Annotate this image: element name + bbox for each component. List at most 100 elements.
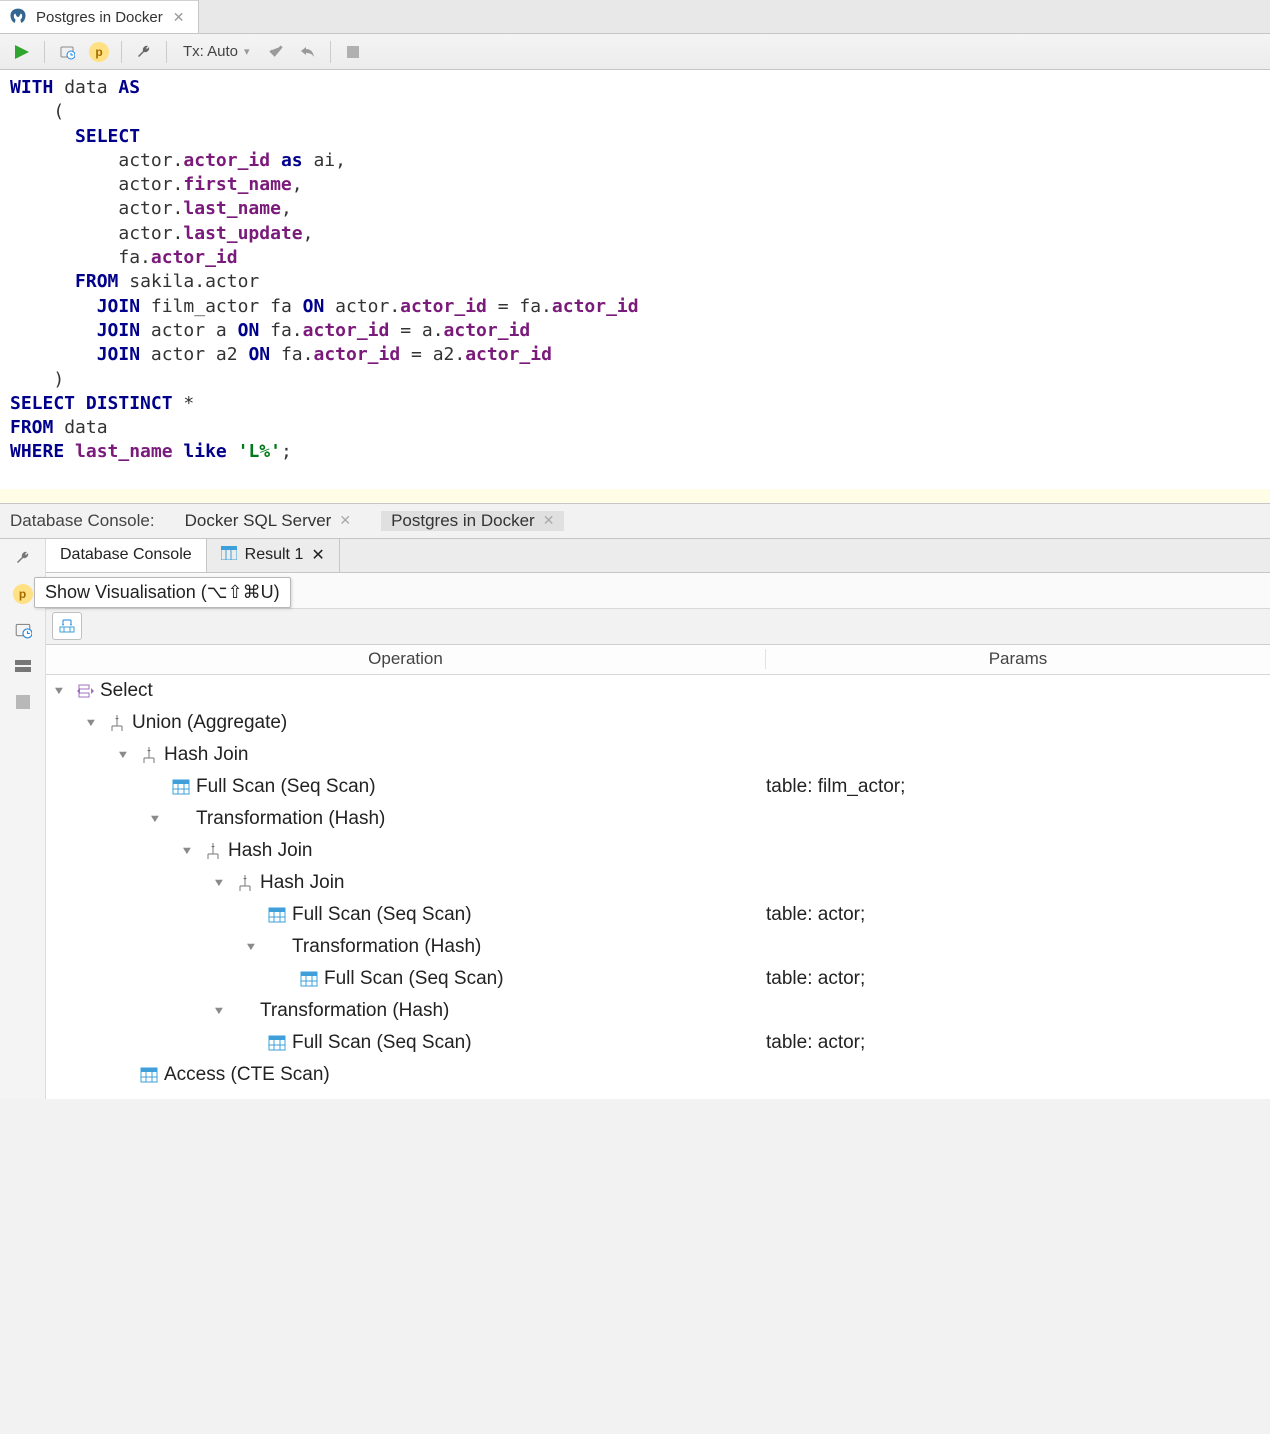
disclosure-triangle-icon[interactable]: ▼ [180,845,199,857]
plan-row-label: Transformation (Hash) [292,936,481,958]
show-visualisation-button[interactable] [52,612,82,640]
plan-row[interactable]: ▼ Hash Join [46,835,1270,867]
close-icon[interactable]: ✕ [543,512,555,529]
table-icon [221,546,237,565]
dbc-tab-postgres[interactable]: Postgres in Docker ✕ [381,511,564,531]
editor-tab-title: Postgres in Docker [36,9,163,26]
separator [330,41,331,63]
plan-row-label: Union (Aggregate) [132,712,287,734]
plan-row-label: Transformation (Hash) [196,808,385,830]
blank-icon [266,937,288,957]
blank-icon [234,1001,256,1021]
scan-icon [138,1065,160,1085]
layout-icon[interactable] [9,653,37,679]
run-button[interactable] [8,38,36,66]
chevron-down-icon: ▾ [244,45,250,58]
plan-row-params: table: film_actor; [766,776,1270,798]
history-button[interactable] [53,38,81,66]
pin-badge[interactable]: p [85,38,113,66]
history-icon[interactable] [9,617,37,643]
tx-mode-combo[interactable]: Tx: Auto ▾ [175,38,258,66]
separator [166,41,167,63]
sql-editor[interactable]: WITH data AS ( SELECT actor.actor_id as … [0,70,1270,489]
wrench-icon[interactable] [130,38,158,66]
separator [44,41,45,63]
plan-row-label: Full Scan (Seq Scan) [324,968,504,990]
plan-row-label: Hash Join [164,744,249,766]
join-icon [138,745,160,765]
separator [121,41,122,63]
disclosure-triangle-icon[interactable]: ▼ [244,941,263,953]
result-tab-label: Result 1 [245,546,304,564]
join-icon [106,713,128,733]
disclosure-triangle-icon[interactable]: ▼ [212,877,231,889]
plan-row[interactable]: ▼ Hash Join [46,739,1270,771]
plan-row[interactable]: ▼ Select [46,675,1270,707]
select-icon [74,681,96,701]
close-icon[interactable]: ✕ [339,512,351,529]
result-tab-bar: Database Console Result 1 ✕ [46,539,1270,573]
plan-row[interactable]: ▼ Union (Aggregate) [46,707,1270,739]
plan-tree[interactable]: ▼ Select▼ Union (Aggregate)▼ Hash Join F… [46,675,1270,1099]
plan-row[interactable]: Full Scan (Seq Scan) table: actor; [46,899,1270,931]
result-area: Database Console Result 1 ✕ Show Visuali… [46,539,1270,1099]
result-tab-result1[interactable]: Result 1 ✕ [207,539,340,572]
close-icon[interactable]: ✕ [171,9,187,26]
plan-row-params: table: actor; [766,904,1270,926]
plan-col-params: Params [766,649,1270,669]
result-tab-console[interactable]: Database Console [46,539,207,572]
plan-toolbar [46,609,1270,645]
plan-row[interactable]: Full Scan (Seq Scan) table: actor; [46,1027,1270,1059]
editor-toolbar: p Tx: Auto ▾ [0,34,1270,70]
plan-row[interactable]: ▼ Transformation (Hash) [46,995,1270,1027]
scan-icon [170,777,192,797]
plan-row-label: Full Scan (Seq Scan) [196,776,376,798]
blank-icon [170,809,192,829]
plan-row-params: table: actor; [766,1032,1270,1054]
wrench-icon[interactable] [9,545,37,571]
editor-tab-bar: Postgres in Docker ✕ [0,0,1270,34]
join-icon [202,841,224,861]
plan-row-label: Full Scan (Seq Scan) [292,904,472,926]
dbc-tab-label: Docker SQL Server [185,511,332,531]
plan-row[interactable]: ▼ Transformation (Hash) [46,931,1270,963]
disclosure-triangle-icon[interactable]: ▼ [116,749,135,761]
pin-badge[interactable]: p [9,581,37,607]
disclosure-triangle-icon[interactable]: ▼ [148,813,167,825]
disclosure-triangle-icon[interactable]: ▼ [212,1005,231,1017]
dbc-tab-label: Postgres in Docker [391,511,535,531]
plan-header: Operation Params [46,645,1270,675]
database-console-header: Database Console: Docker SQL Server ✕ Po… [0,503,1270,539]
plan-row-label: Transformation (Hash) [260,1000,449,1022]
plan-row-label: Hash Join [228,840,313,862]
plan-col-operation: Operation [46,649,766,669]
close-icon[interactable]: ✕ [311,545,324,565]
plan-row-params: table: actor; [766,968,1270,990]
layout2-icon[interactable] [9,689,37,715]
plan-row[interactable]: Access (CTE Scan) [46,1059,1270,1091]
plan-row-label: Hash Join [260,872,345,894]
history-strip: Show Visualisation (⌥⇧⌘U) [46,573,1270,609]
result-tab-label: Database Console [60,546,192,564]
result-gutter: p [0,539,46,1099]
rollback-button[interactable] [294,38,322,66]
plan-row[interactable]: Full Scan (Seq Scan) table: actor; [46,963,1270,995]
scan-icon [266,905,288,925]
plan-row[interactable]: ▼ Hash Join [46,867,1270,899]
plan-row-label: Full Scan (Seq Scan) [292,1032,472,1054]
dbc-label: Database Console: [10,511,155,531]
disclosure-triangle-icon[interactable]: ▼ [52,685,71,697]
editor-tab-postgres[interactable]: Postgres in Docker ✕ [0,0,199,33]
join-icon [234,873,256,893]
tx-mode-label: Tx: Auto [183,43,238,60]
plan-row[interactable]: Full Scan (Seq Scan) table: film_actor; [46,771,1270,803]
result-panel: p Database Console Result 1 ✕ Show Visu [0,539,1270,1099]
dbc-tab-docker-sql[interactable]: Docker SQL Server ✕ [175,511,361,531]
disclosure-triangle-icon[interactable]: ▼ [84,717,103,729]
commit-button[interactable] [262,38,290,66]
editor-status-strip [0,489,1270,503]
plan-row[interactable]: ▼ Transformation (Hash) [46,803,1270,835]
scan-icon [266,1033,288,1053]
plan-row-label: Select [100,680,153,702]
stop-button[interactable] [339,38,367,66]
